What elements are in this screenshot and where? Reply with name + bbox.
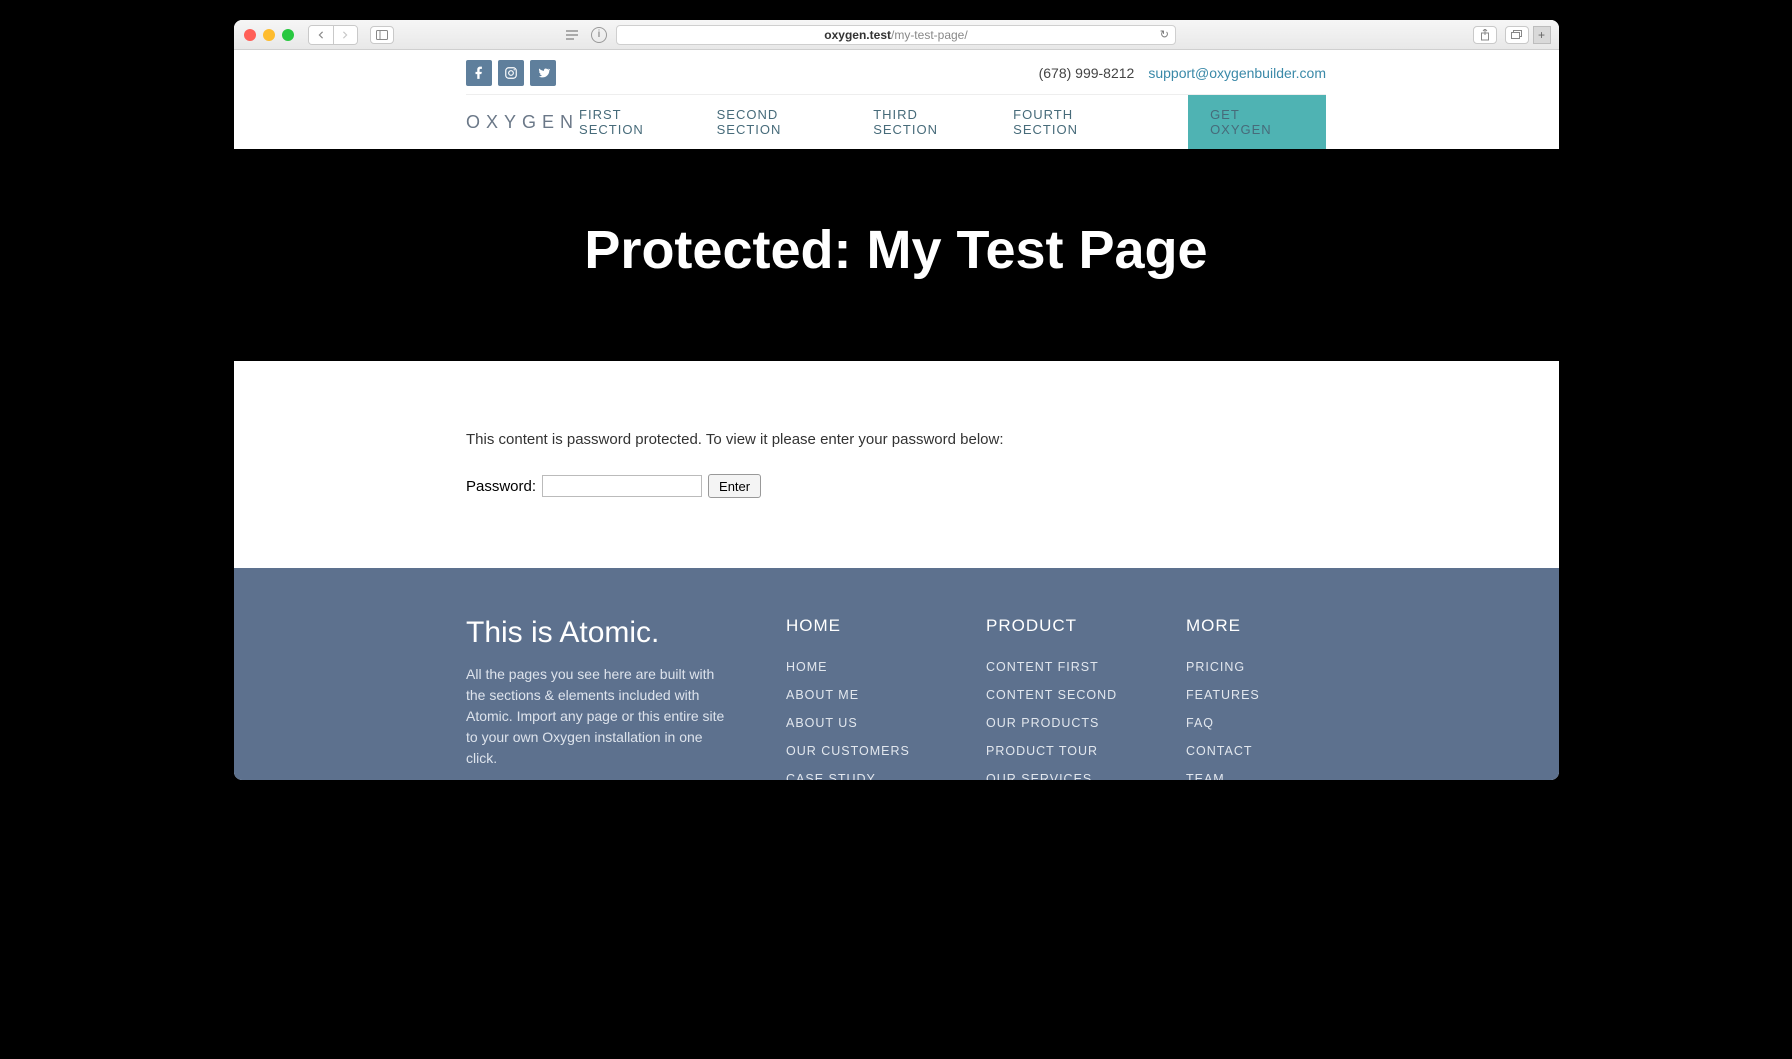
password-label: Password: xyxy=(466,478,536,495)
page-viewport: (678) 999-8212 support@oxygenbuilder.com… xyxy=(234,50,1559,780)
forward-button[interactable] xyxy=(333,26,357,44)
footer-link[interactable]: ABOUT US xyxy=(786,716,926,730)
get-oxygen-button[interactable]: GET OXYGEN xyxy=(1188,95,1326,149)
footer-link[interactable]: FAQ xyxy=(1186,716,1326,730)
footer-link[interactable]: OUR SERVICES xyxy=(986,772,1126,780)
support-email-link[interactable]: support@oxygenbuilder.com xyxy=(1148,65,1326,81)
footer-col-home: HOME HOME ABOUT ME ABOUT US OUR CUSTOMER… xyxy=(786,616,926,780)
footer-link[interactable]: PRODUCT TOUR xyxy=(986,744,1126,758)
phone-number: (678) 999-8212 xyxy=(1039,65,1135,81)
footer-link[interactable]: HOME xyxy=(786,660,926,674)
close-window-button[interactable] xyxy=(244,29,256,41)
footer-link[interactable]: FEATURES xyxy=(1186,688,1326,702)
window-controls xyxy=(244,29,294,41)
minimize-window-button[interactable] xyxy=(263,29,275,41)
reader-mode-icon[interactable] xyxy=(563,27,581,43)
footer-link[interactable]: CASE STUDY xyxy=(786,772,926,780)
footer-heading-more: MORE xyxy=(1186,616,1326,636)
footer-link[interactable]: CONTENT SECOND xyxy=(986,688,1126,702)
url-host: oxygen.test xyxy=(824,28,891,42)
nav-third-section[interactable]: THIRD SECTION xyxy=(873,107,985,137)
tabs-button[interactable] xyxy=(1505,26,1529,44)
primary-nav: FIRST SECTION SECOND SECTION THIRD SECTI… xyxy=(579,95,1326,149)
address-bar[interactable]: i oxygen.test/my-test-page/ ↻ xyxy=(616,25,1176,45)
site-info-icon[interactable]: i xyxy=(591,27,607,43)
facebook-icon[interactable] xyxy=(466,60,492,86)
header-contact: (678) 999-8212 support@oxygenbuilder.com xyxy=(1039,65,1326,81)
site-header: (678) 999-8212 support@oxygenbuilder.com… xyxy=(234,50,1559,149)
enter-button[interactable]: Enter xyxy=(708,474,761,498)
sidebar-button[interactable] xyxy=(370,26,394,44)
back-button[interactable] xyxy=(309,26,333,44)
password-input[interactable] xyxy=(542,475,702,497)
footer-link[interactable]: TEAM xyxy=(1186,772,1326,780)
nav-first-section[interactable]: FIRST SECTION xyxy=(579,107,689,137)
footer-heading-product: PRODUCT xyxy=(986,616,1126,636)
content-section: This content is password protected. To v… xyxy=(234,361,1559,568)
footer-link[interactable]: PRICING xyxy=(1186,660,1326,674)
password-prompt-text: This content is password protected. To v… xyxy=(466,431,1326,448)
password-form: Password: Enter xyxy=(466,474,1326,498)
social-icons xyxy=(466,60,556,86)
site-footer: This is Atomic. All the pages you see he… xyxy=(234,568,1559,780)
nav-second-section[interactable]: SECOND SECTION xyxy=(717,107,846,137)
page-title: Protected: My Test Page xyxy=(234,219,1559,281)
footer-link[interactable]: ABOUT ME xyxy=(786,688,926,702)
footer-about: This is Atomic. All the pages you see he… xyxy=(466,616,726,780)
reload-icon[interactable]: ↻ xyxy=(1160,28,1169,41)
footer-heading-home: HOME xyxy=(786,616,926,636)
url-path: /my-test-page/ xyxy=(891,28,968,42)
footer-about-title: This is Atomic. xyxy=(466,616,726,650)
twitter-icon[interactable] xyxy=(530,60,556,86)
footer-col-more: MORE PRICING FEATURES FAQ CONTACT TEAM xyxy=(1186,616,1326,780)
browser-chrome: i oxygen.test/my-test-page/ ↻ + xyxy=(234,20,1559,50)
share-button[interactable] xyxy=(1473,26,1497,44)
browser-window: i oxygen.test/my-test-page/ ↻ + xyxy=(234,20,1559,780)
instagram-icon[interactable] xyxy=(498,60,524,86)
footer-col-product: PRODUCT CONTENT FIRST CONTENT SECOND OUR… xyxy=(986,616,1126,780)
nav-back-forward xyxy=(308,25,358,45)
site-logo[interactable]: OXYGEN xyxy=(466,98,579,147)
footer-link[interactable]: CONTACT xyxy=(1186,744,1326,758)
footer-link[interactable]: CONTENT FIRST xyxy=(986,660,1126,674)
fullscreen-window-button[interactable] xyxy=(282,29,294,41)
footer-about-text: All the pages you see here are built wit… xyxy=(466,664,726,769)
footer-link[interactable]: OUR PRODUCTS xyxy=(986,716,1126,730)
hero-section: Protected: My Test Page xyxy=(234,149,1559,361)
footer-link[interactable]: OUR CUSTOMERS xyxy=(786,744,926,758)
nav-fourth-section[interactable]: FOURTH SECTION xyxy=(1013,107,1140,137)
new-tab-button[interactable]: + xyxy=(1533,26,1551,44)
